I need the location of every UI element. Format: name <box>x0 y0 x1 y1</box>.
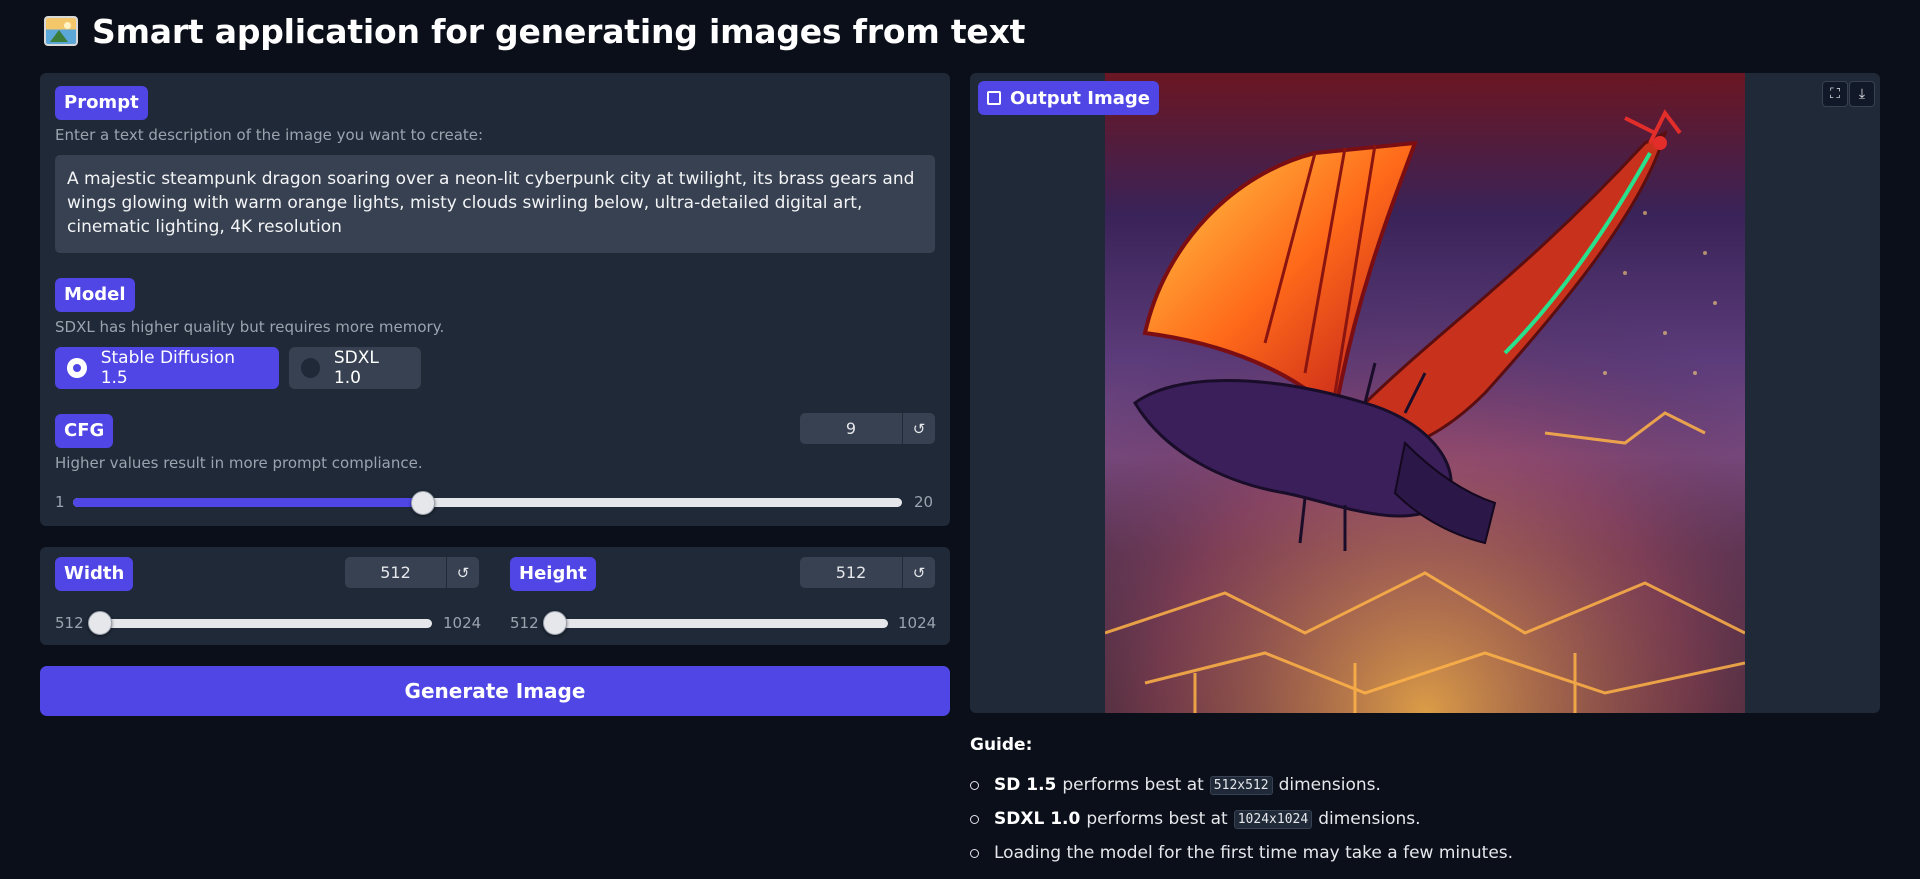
width-value[interactable]: 512 <box>345 563 446 582</box>
guide-model-name: SDXL 1.0 <box>994 809 1081 829</box>
guide-model-name: SD 1.5 <box>994 775 1057 795</box>
framed-picture-icon <box>44 16 78 46</box>
dragon-illustration <box>1105 73 1745 713</box>
guide-text: performs best at <box>1086 809 1228 829</box>
guide-text: dimensions. <box>1318 809 1421 829</box>
guide-title: Guide: <box>970 735 1033 755</box>
width-number-input[interactable]: 512 ↺ <box>345 557 479 588</box>
cfg-slider-handle[interactable] <box>411 491 435 515</box>
height-min-label: 512 <box>510 614 539 632</box>
guide-item-sdxl: SDXL 1.0 performs best at 1024x1024 dime… <box>970 802 1513 836</box>
height-label: Height <box>510 557 596 591</box>
width-max-label: 1024 <box>443 614 482 632</box>
guide-dimension-code: 512x512 <box>1209 775 1273 795</box>
guide-text: dimensions. <box>1278 775 1381 795</box>
output-image-label-text: Output Image <box>1010 87 1150 109</box>
download-icon[interactable]: ⤓ <box>1849 81 1875 107</box>
reset-icon[interactable]: ↺ <box>902 413 935 444</box>
model-hint: SDXL has higher quality but requires mor… <box>55 318 445 336</box>
image-icon <box>987 91 1001 105</box>
prompt-textarea[interactable]: A majestic steampunk dragon soaring over… <box>55 155 935 253</box>
model-option-sdxl[interactable]: SDXL 1.0 <box>289 347 421 389</box>
guide-text: performs best at <box>1062 775 1204 795</box>
prompt-hint: Enter a text description of the image yo… <box>55 126 484 144</box>
cfg-label: CFG <box>55 414 114 448</box>
model-option-label: Stable Diffusion 1.5 <box>100 348 236 388</box>
generate-image-button[interactable]: Generate Image <box>40 666 950 716</box>
fullscreen-icon[interactable]: ⛶ <box>1822 81 1848 107</box>
cfg-max-label: 20 <box>914 493 934 511</box>
cfg-number-input[interactable]: 9 ↺ <box>800 413 935 444</box>
prompt-label: Prompt <box>55 86 148 120</box>
reset-icon[interactable]: ↺ <box>902 557 935 588</box>
output-image-panel: Output Image ⛶ ⤓ <box>970 73 1880 713</box>
height-slider-track[interactable] <box>545 619 888 628</box>
cfg-value[interactable]: 9 <box>800 419 902 438</box>
guide-list: SD 1.5 performs best at 512x512 dimensio… <box>970 768 1513 870</box>
guide-item-loading: Loading the model for the first time may… <box>970 836 1513 870</box>
width-min-label: 512 <box>55 614 84 632</box>
height-max-label: 1024 <box>898 614 937 632</box>
reset-icon[interactable]: ↺ <box>446 557 479 588</box>
page-title: Smart application for generating images … <box>44 10 1025 52</box>
height-number-input[interactable]: 512 ↺ <box>800 557 935 588</box>
generated-image <box>1105 73 1745 713</box>
page-title-text: Smart application for generating images … <box>92 11 1026 51</box>
radio-unchecked-icon <box>301 358 320 378</box>
cfg-hint: Higher values result in more prompt comp… <box>55 454 423 472</box>
guide-item-sd15: SD 1.5 performs best at 512x512 dimensio… <box>970 768 1513 802</box>
width-slider-track[interactable] <box>90 619 432 628</box>
height-slider-handle[interactable] <box>543 611 567 635</box>
guide-text: Loading the model for the first time may… <box>994 843 1514 863</box>
output-image-label: Output Image <box>978 81 1159 115</box>
cfg-min-label: 1 <box>55 493 65 511</box>
width-label: Width <box>55 557 134 591</box>
model-option-label: SDXL 1.0 <box>333 348 379 388</box>
guide-dimension-code: 1024x1024 <box>1233 809 1313 829</box>
model-label: Model <box>55 278 135 312</box>
cfg-slider-track[interactable] <box>73 498 902 507</box>
cfg-slider-fill <box>73 498 423 507</box>
width-slider-handle[interactable] <box>88 611 112 635</box>
height-value[interactable]: 512 <box>800 563 902 582</box>
radio-checked-icon <box>67 358 87 378</box>
model-option-sd15[interactable]: Stable Diffusion 1.5 <box>55 347 279 389</box>
